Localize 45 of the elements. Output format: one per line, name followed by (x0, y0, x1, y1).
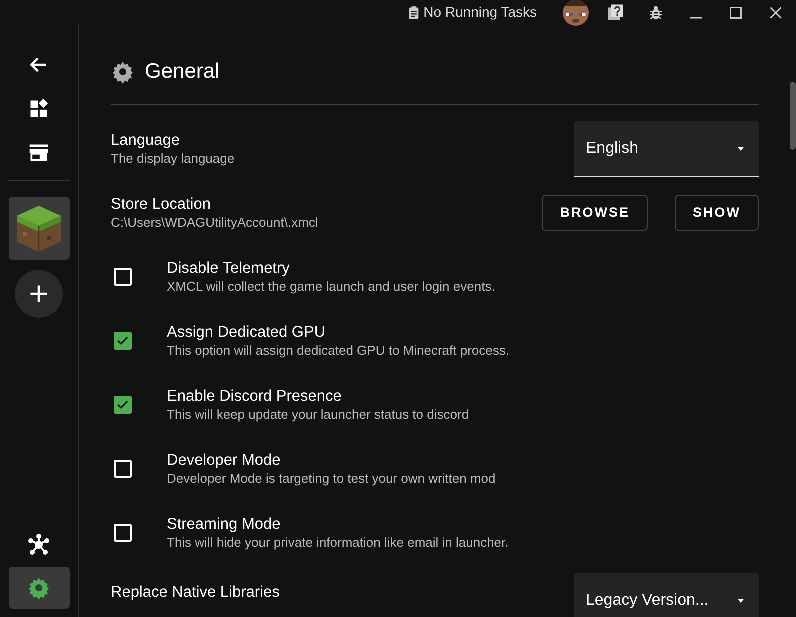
setting-description: This will hide your private information like email in launcher. (167, 534, 509, 551)
caret-icon (735, 144, 747, 152)
add-instance-button[interactable] (15, 270, 63, 318)
action-button[interactable]: BROWSE (542, 195, 648, 231)
grass-block-icon (15, 204, 63, 254)
setting-description: The display language (111, 150, 235, 167)
setting-description: C:\Users\WDAGUtilityAccount\.xmcl (111, 214, 318, 231)
instance-tile[interactable] (8, 197, 70, 260)
network-icon (27, 533, 51, 557)
check-icon (116, 398, 130, 412)
checkbox[interactable] (114, 396, 132, 414)
settings-button[interactable] (8, 567, 70, 609)
dropdown[interactable]: Legacy Version... (574, 573, 759, 617)
caret-icon (735, 596, 747, 604)
setting-title: Replace Native Libraries (111, 583, 280, 602)
help-icon (607, 4, 625, 22)
setting-description: This option will assign dedicated GPU to Minecraft process. (167, 342, 510, 359)
setting-title: Disable Telemetry (167, 259, 291, 278)
setting-title: Store Location (111, 195, 212, 214)
section-title: General (145, 59, 220, 86)
widgets-icon (28, 98, 50, 120)
setting-title: Developer Mode (167, 451, 282, 470)
setting-title: Streaming Mode (167, 515, 282, 534)
close-icon (769, 6, 783, 20)
minimize-icon (690, 16, 702, 18)
action-button[interactable]: SHOW (675, 195, 759, 231)
setting-title: Enable Discord Presence (167, 387, 343, 406)
checkbox[interactable] (114, 332, 132, 350)
setting-title: Language (111, 131, 181, 150)
gear-icon (27, 576, 51, 600)
check-icon (116, 334, 130, 348)
dropdown[interactable]: English (574, 121, 759, 177)
task-status: No Running Tasks (424, 3, 537, 22)
plus-icon (28, 283, 50, 305)
setting-description: Developer Mode is targeting to test your own written mod (167, 470, 496, 487)
gear-icon (111, 60, 135, 84)
store-icon (28, 142, 50, 164)
setting-description: This will keep update your launcher status to discord (167, 406, 470, 423)
clipboard-icon (406, 4, 421, 22)
scrollbar[interactable] (790, 82, 796, 150)
setting-description: XMCL will collect the game launch and user login events. (167, 278, 496, 295)
setting-title: Assign Dedicated GPU (167, 323, 327, 342)
bug-icon (648, 4, 664, 22)
maximize-icon (729, 6, 743, 20)
avatar (562, 0, 590, 26)
